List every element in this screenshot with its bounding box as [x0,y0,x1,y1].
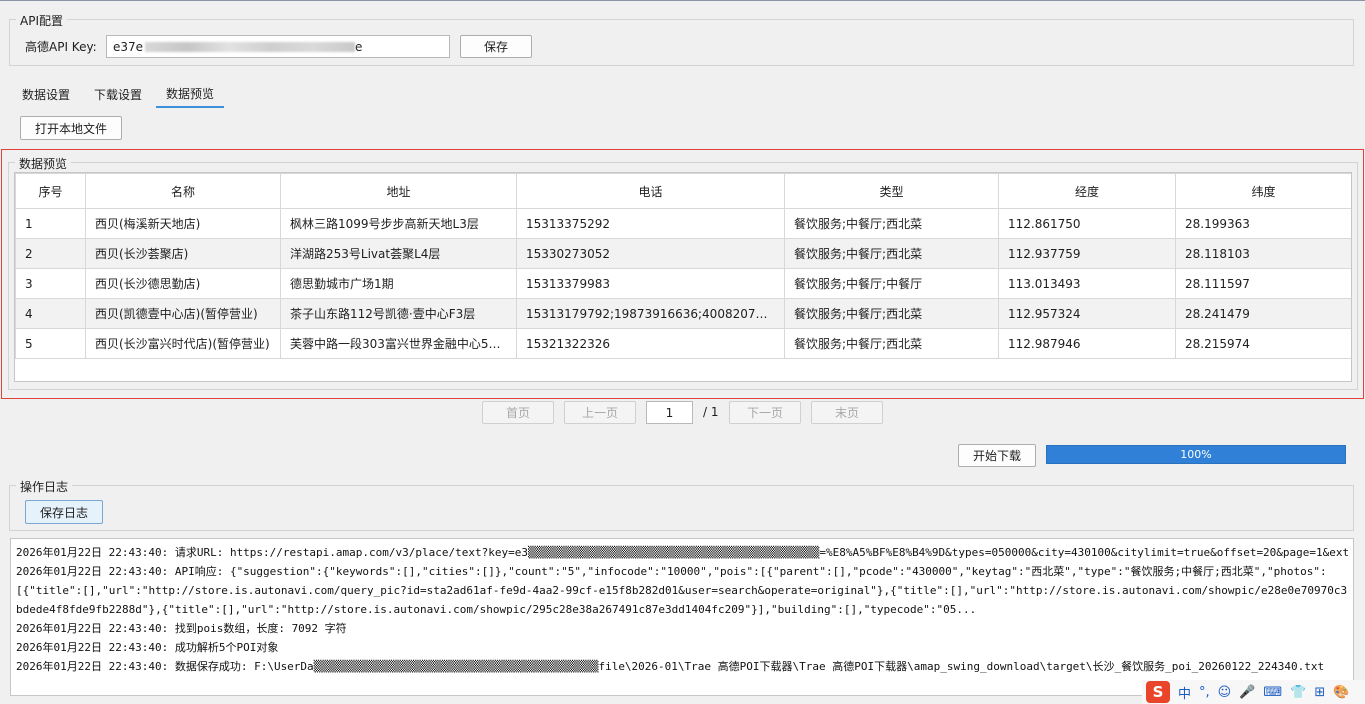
ime-theme-icon[interactable]: 🎨 [1333,685,1349,700]
ime-skin-icon[interactable]: 👕 [1290,685,1306,700]
prev-page-button[interactable]: 上一页 [564,401,636,424]
download-progress-bar: 100% [1046,445,1346,464]
log-title: 操作日志 [16,478,73,495]
log-line: 2026年01月22日 22:43:40: API响应: {"suggestio… [16,565,1348,616]
preview-title: 数据预览 [15,155,72,172]
last-page-button[interactable]: 末页 [811,401,883,424]
table-row[interactable]: 5 西贝(长沙富兴时代店)(暂停营业) 芙蓉中路一段303富兴世界金融中心5楼.… [15,328,1351,359]
cell-longitude: 112.937759 [998,238,1176,269]
start-download-button[interactable]: 开始下载 [958,444,1036,467]
table-row[interactable]: 4 西贝(凯德壹中心店)(暂停营业) 茶子山东路112号凯德·壹中心F3层 15… [15,298,1351,329]
api-key-masked [145,41,356,52]
cell-type: 餐饮服务;中餐厅;西北菜 [784,208,999,239]
cell-index: 3 [15,268,86,299]
cell-longitude: 112.861750 [998,208,1176,239]
page-total-label: / 1 [703,405,719,419]
log-group: 操作日志 [9,478,1354,531]
api-config-title: API配置 [16,12,67,29]
cell-name: 西贝(长沙富兴时代店)(暂停营业) [85,328,281,359]
cell-latitude: 28.199363 [1175,208,1351,239]
cell-phone: 15313379983 [516,268,785,299]
cell-latitude: 28.241479 [1175,298,1351,329]
window-top-border [0,0,1365,1]
ime-toolbar[interactable]: S 中 °, ☺ 🎤 ⌨ 👕 ⊞ 🎨 [1142,680,1365,704]
cell-name: 西贝(梅溪新天地店) [85,208,281,239]
open-local-file-button[interactable]: 打开本地文件 [20,116,122,140]
cell-type: 餐饮服务;中餐厅;西北菜 [784,238,999,269]
cell-phone: 15330273052 [516,238,785,269]
column-header-index[interactable]: 序号 [15,173,86,209]
column-header-address[interactable]: 地址 [280,173,517,209]
log-line: 2026年01月22日 22:43:40: 请求URL: https://res… [16,546,1348,559]
progress-text: 100% [1180,448,1212,461]
ime-keyboard-icon[interactable]: ⌨ [1263,685,1282,700]
cell-latitude: 28.111597 [1175,268,1351,299]
ime-chinese-mode-icon[interactable]: 中 [1178,683,1191,702]
ime-punctuation-icon[interactable]: °, [1199,685,1210,700]
cell-address: 茶子山东路112号凯德·壹中心F3层 [280,298,517,329]
ime-emoji-icon[interactable]: ☺ [1218,685,1232,700]
cell-address: 洋湖路253号Livat荟聚L4层 [280,238,517,269]
api-key-label: 高德API Key: [25,40,97,54]
cell-address: 芙蓉中路一段303富兴世界金融中心5楼... [280,328,517,359]
cell-latitude: 28.215974 [1175,328,1351,359]
sogou-logo-icon[interactable]: S [1146,681,1170,703]
cell-index: 5 [15,328,86,359]
cell-phone: 15313375292 [516,208,785,239]
save-log-button[interactable]: 保存日志 [25,500,103,524]
cell-address: 德思勤城市广场1期 [280,268,517,299]
column-header-longitude[interactable]: 经度 [998,173,1176,209]
first-page-button[interactable]: 首页 [482,401,554,424]
page-number-input[interactable]: 1 [646,401,693,424]
cell-longitude: 112.987946 [998,328,1176,359]
log-line: 2026年01月22日 22:43:40: 找到pois数组，长度: 7092 … [16,622,347,635]
table-row[interactable]: 1 西贝(梅溪新天地店) 枫林三路1099号步步高新天地L3层 15313375… [15,208,1351,239]
cell-type: 餐饮服务;中餐厅;西北菜 [784,298,999,329]
api-key-input[interactable]: e37e e [106,35,450,58]
tab-data-settings[interactable]: 数据设置 [12,80,80,108]
log-textarea[interactable]: 2026年01月22日 22:43:40: 请求URL: https://res… [10,538,1354,696]
preview-table: 序号 名称 地址 电话 类型 经度 纬度 1 西贝(梅溪新天地店) 枫林三路10… [14,172,1352,382]
log-line: 2026年01月22日 22:43:40: 数据保存成功: F:\UserDa▒… [16,660,1325,673]
cell-longitude: 113.013493 [998,268,1176,299]
cell-type: 餐饮服务;中餐厅;西北菜 [784,328,999,359]
save-api-key-button[interactable]: 保存 [460,35,532,58]
cell-longitude: 112.957324 [998,298,1176,329]
column-header-type[interactable]: 类型 [784,173,999,209]
log-line: 2026年01月22日 22:43:40: 成功解析5个POI对象 [16,641,279,654]
table-row[interactable]: 3 西贝(长沙德思勤店) 德思勤城市广场1期 15313379983 餐饮服务;… [15,268,1351,299]
tab-data-preview[interactable]: 数据预览 [156,80,224,108]
cell-name: 西贝(长沙荟聚店) [85,238,281,269]
ime-toolbox-icon[interactable]: ⊞ [1314,685,1325,700]
next-page-button[interactable]: 下一页 [729,401,801,424]
cell-index: 2 [15,238,86,269]
table-header-row: 序号 名称 地址 电话 类型 经度 纬度 [15,173,1351,209]
cell-index: 4 [15,298,86,329]
cell-index: 1 [15,208,86,239]
page-number-value: 1 [665,405,674,420]
cell-type: 餐饮服务;中餐厅;中餐厅 [784,268,999,299]
cell-name: 西贝(凯德壹中心店)(暂停营业) [85,298,281,329]
cell-latitude: 28.118103 [1175,238,1351,269]
tab-download-settings[interactable]: 下载设置 [84,80,152,108]
cell-phone: 15313179792;19873916636;4008207320 [516,298,785,329]
table-row[interactable]: 2 西贝(长沙荟聚店) 洋湖路253号Livat荟聚L4层 1533027305… [15,238,1351,269]
cell-phone: 15321322326 [516,328,785,359]
cell-address: 枫林三路1099号步步高新天地L3层 [280,208,517,239]
api-key-prefix: e37e [113,39,144,54]
column-header-latitude[interactable]: 纬度 [1175,173,1351,209]
api-key-suffix: e [355,39,363,54]
column-header-phone[interactable]: 电话 [516,173,785,209]
cell-name: 西贝(长沙德思勤店) [85,268,281,299]
ime-voice-icon[interactable]: 🎤 [1239,685,1255,700]
column-header-name[interactable]: 名称 [85,173,281,209]
